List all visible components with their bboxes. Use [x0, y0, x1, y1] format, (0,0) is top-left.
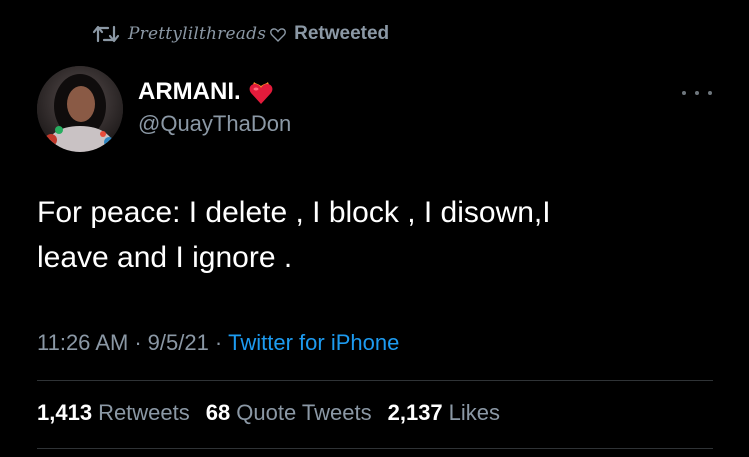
- retweet-context[interactable]: Prettylilthreads Retweeted: [92, 20, 389, 48]
- tweet-date[interactable]: 9/5/21: [148, 330, 209, 356]
- retweet-icon: [92, 23, 120, 45]
- heart-on-fire-emoji: [247, 78, 275, 106]
- quote-tweets-label: Quote Tweets: [236, 400, 372, 425]
- retweets-label: Retweets: [98, 400, 190, 425]
- likes-count: 2,137: [387, 400, 443, 425]
- avatar[interactable]: [37, 66, 123, 152]
- quote-tweets-stat[interactable]: 68 Quote Tweets: [206, 400, 372, 426]
- user-handle[interactable]: @QuayThaDon: [138, 111, 291, 137]
- tweet-text: For peace: I delete , I block , I disown…: [37, 196, 551, 274]
- divider: [37, 380, 713, 381]
- tweet-source-link[interactable]: Twitter for iPhone: [228, 330, 399, 356]
- retweeted-label: Retweeted: [294, 23, 390, 44]
- meta-separator: ·: [214, 330, 223, 355]
- retweets-count: 1,413: [37, 400, 93, 425]
- divider: [37, 448, 713, 449]
- tweet-stats: 1,413 Retweets 68 Quote Tweets 2,137 Lik…: [37, 400, 516, 426]
- likes-stat[interactable]: 2,137 Likes: [388, 400, 500, 426]
- heart-outline-icon: [270, 27, 287, 42]
- quote-tweets-count: 68: [205, 400, 231, 425]
- retweets-stat[interactable]: 1,413 Retweets: [37, 400, 190, 426]
- tweet-meta: 11:26 AM · 9/5/21 · Twitter for iPhone: [37, 330, 399, 356]
- likes-label: Likes: [448, 400, 501, 425]
- display-name[interactable]: ARMANI.: [138, 78, 241, 106]
- display-name-row[interactable]: ARMANI.: [138, 78, 275, 106]
- retweeter-name[interactable]: Prettylilthreads: [128, 24, 266, 44]
- tweet-time[interactable]: 11:26 AM: [37, 330, 128, 356]
- more-options-icon[interactable]: [682, 84, 712, 102]
- meta-separator: ·: [134, 330, 142, 355]
